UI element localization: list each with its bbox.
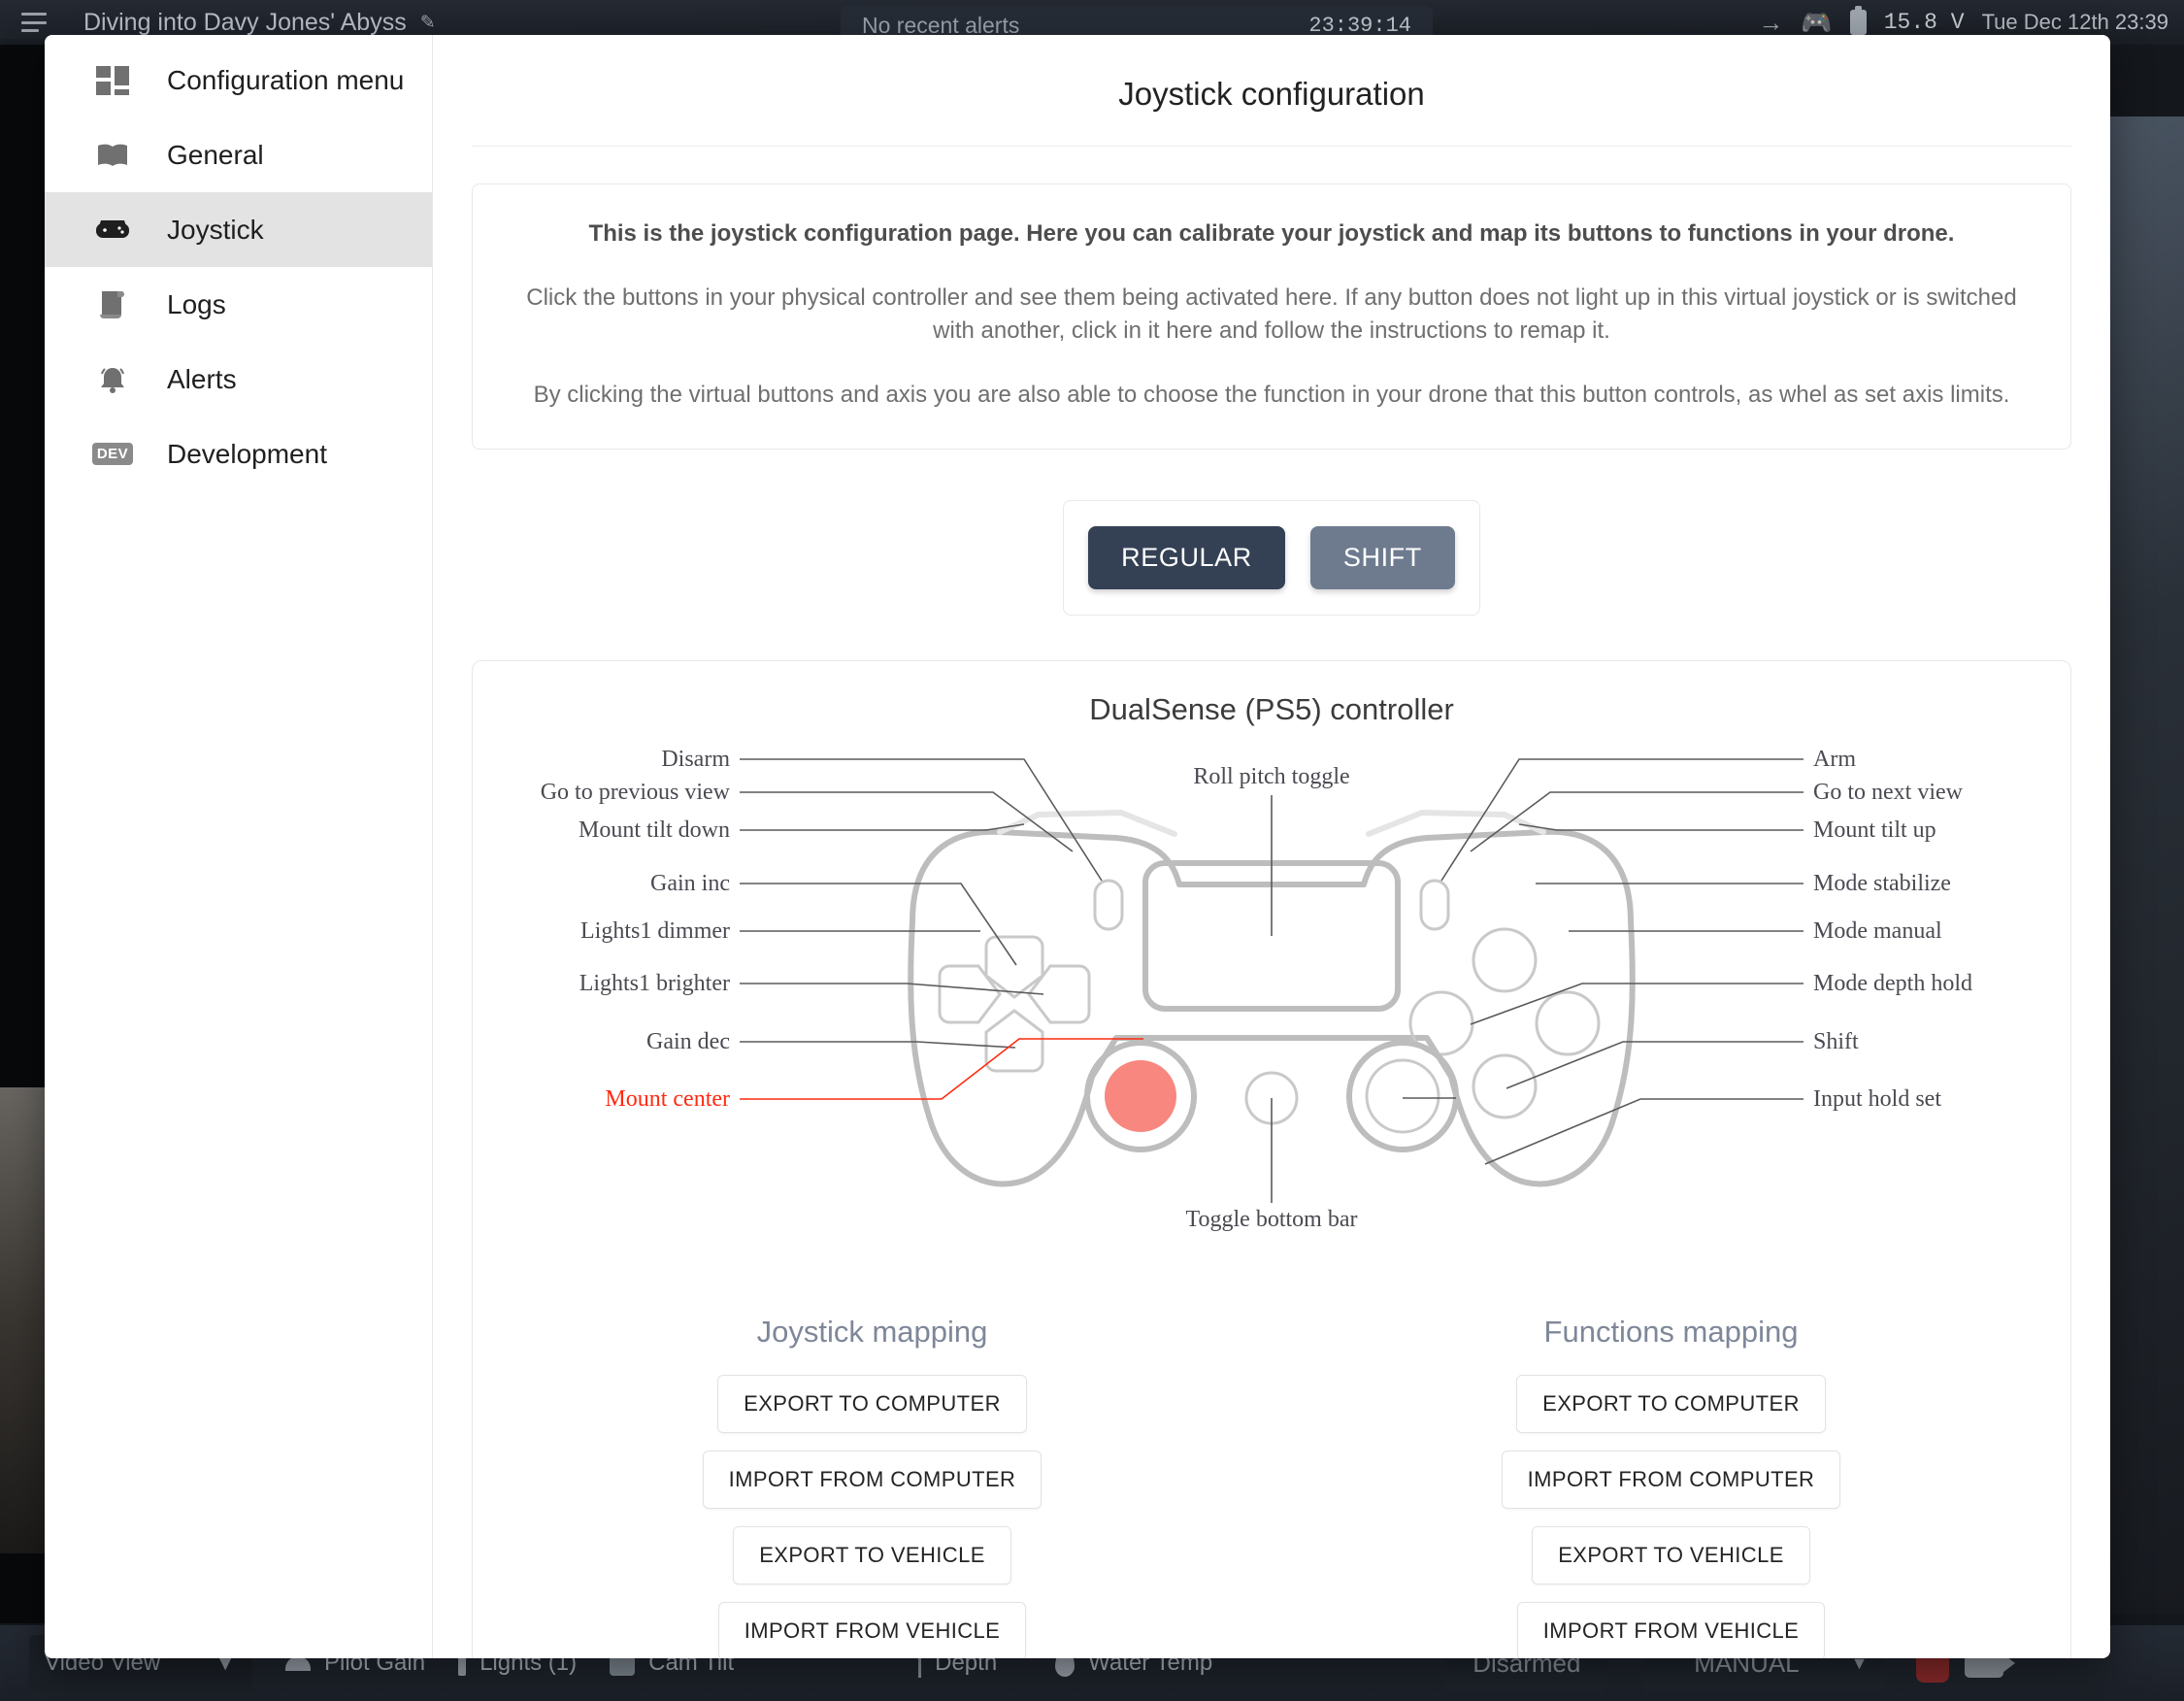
scroll-icon [95,289,130,320]
label-toggle-bottom-bar[interactable]: Toggle bottom bar [1186,1207,1358,1232]
face-button-circle[interactable] [1535,990,1601,1056]
info-panel: This is the joystick configuration page.… [472,183,2071,450]
title-divider [472,146,2071,147]
right-analog-stick[interactable] [1346,1040,1459,1153]
leader-line-mode-depth-hold [1470,983,1803,1026]
label-gain-dec[interactable]: Gain dec [646,1029,730,1054]
sidebar-item-joystick[interactable]: Joystick [45,192,432,267]
hamburger-icon[interactable] [21,13,47,32]
info-paragraph-3: By clicking the virtual buttons and axis… [533,382,2010,409]
sidebar-item-general[interactable]: General [45,117,432,192]
label-mount-tilt-down[interactable]: Mount tilt down [579,817,730,843]
controller-title: DualSense (PS5) controller [1089,692,1454,727]
leader-line-mount-tilt-down [740,823,1025,832]
label-gain-inc[interactable]: Gain inc [650,871,730,896]
dev-badge-icon: DEV [91,443,134,465]
arrow-right-icon: → [1758,7,1784,37]
sidebar-item-label: Joystick [167,214,264,245]
mode-toggle-card: REGULAR SHIFT [1063,500,1480,617]
functions-mapping-title: Functions mapping [1543,1315,1799,1350]
label-roll-pitch-toggle[interactable]: Roll pitch toggle [1193,764,1349,789]
gamepad-icon [95,218,130,242]
leader-line-gain-dec [740,1041,1016,1050]
gamepad-icon[interactable]: 🎮 [1801,8,1832,38]
dpad[interactable] [938,935,1091,1073]
sidebar-item-development[interactable]: DEV Development [45,417,432,491]
label-lights1-dimmer[interactable]: Lights1 dimmer [580,918,730,944]
mapping-row: Joystick mapping EXPORT TO COMPUTER IMPO… [473,1315,2070,1658]
battery-icon [1849,6,1867,35]
label-mode-depth-hold[interactable]: Mode depth hold [1813,971,1972,996]
label-go-to-next-view[interactable]: Go to next view [1813,780,1964,805]
joystick-mapping-section: Joystick mapping EXPORT TO COMPUTER IMPO… [473,1315,1272,1658]
functions-mapping-section: Functions mapping EXPORT TO COMPUTER IMP… [1272,1315,2070,1658]
label-mount-tilt-up[interactable]: Mount tilt up [1813,817,1936,843]
controller-card: DualSense (PS5) controller Disarm Go to … [472,660,2071,1658]
label-input-hold-set[interactable]: Input hold set [1813,1086,1941,1112]
book-icon [95,142,130,169]
main-content: Joystick configuration This is the joyst… [433,35,2110,1658]
sidebar-item-label: Configuration menu [167,64,405,95]
label-shift[interactable]: Shift [1813,1029,1859,1054]
face-button-triangle[interactable] [1472,927,1538,993]
leader-line-mount-tilt-up [1518,823,1803,832]
sidebar-item-label: Logs [167,288,226,319]
sidebar-item-label: General [167,139,264,170]
joystick-export-to-vehicle-button[interactable]: EXPORT TO VEHICLE [733,1526,1011,1585]
leader-line-arm [1440,758,1803,882]
leader-line-disarm [740,758,1103,882]
label-go-to-previous-view[interactable]: Go to previous view [541,780,731,805]
info-paragraph-2: Click the buttons in your physical contr… [526,284,2017,345]
page-title: Joystick configuration [1118,76,1425,112]
regular-mode-button[interactable]: REGULAR [1088,526,1285,590]
joystick-import-from-computer-button[interactable]: IMPORT FROM COMPUTER [702,1451,1042,1510]
label-arm[interactable]: Arm [1813,747,1856,772]
label-mode-stabilize[interactable]: Mode stabilize [1813,871,1951,896]
info-paragraph-1: This is the joystick configuration page.… [588,220,1955,247]
share-button[interactable] [1093,879,1124,931]
sidebar-item-logs[interactable]: Logs [45,267,432,342]
functions-import-from-computer-button[interactable]: IMPORT FROM COMPUTER [1501,1451,1841,1510]
label-lights1-brighter[interactable]: Lights1 brighter [579,971,730,996]
sidebar-item-alerts[interactable]: Alerts [45,342,432,417]
options-button[interactable] [1419,879,1450,931]
edit-pencil-icon[interactable]: ✎ [420,12,436,34]
label-mount-center[interactable]: Mount center [605,1086,730,1112]
face-button-cross[interactable] [1472,1053,1538,1119]
left-analog-stick[interactable] [1084,1040,1197,1153]
functions-import-from-vehicle-button[interactable]: IMPORT FROM VEHICLE [1516,1602,1826,1658]
datetime-value: Tue Dec 12th 23:39 [1981,10,2168,34]
shift-mode-button[interactable]: SHIFT [1309,526,1455,590]
label-mode-manual[interactable]: Mode manual [1813,918,1942,944]
leader-line-mount-center [740,1038,1143,1101]
sidebar-item-label: Development [167,438,327,469]
controller-diagram[interactable]: Disarm Go to previous view Mount tilt do… [473,737,2070,1300]
joystick-import-from-vehicle-button[interactable]: IMPORT FROM VEHICLE [717,1602,1027,1658]
joystick-mapping-title: Joystick mapping [756,1315,988,1350]
leader-line-gain-inc [740,883,1017,966]
vehicle-name: Diving into Davy Jones' Abyss [83,8,407,36]
functions-export-to-vehicle-button[interactable]: EXPORT TO VEHICLE [1532,1526,1810,1585]
sidebar-item-configuration-menu[interactable]: Configuration menu [45,43,432,117]
label-disarm[interactable]: Disarm [661,747,730,772]
dashboard-icon [95,65,130,95]
joystick-export-to-computer-button[interactable]: EXPORT TO COMPUTER [717,1375,1027,1434]
sidebar-item-label: Alerts [167,363,237,394]
alerts-time: 23:39:14 [1308,13,1411,38]
configuration-dialog: Configuration menu General Joystick Logs… [45,35,2110,1658]
voltage-value: 15.8 V [1883,10,1965,35]
bell-icon [95,364,130,395]
sidebar: Configuration menu General Joystick Logs… [45,35,433,1658]
functions-export-to-computer-button[interactable]: EXPORT TO COMPUTER [1516,1375,1826,1434]
